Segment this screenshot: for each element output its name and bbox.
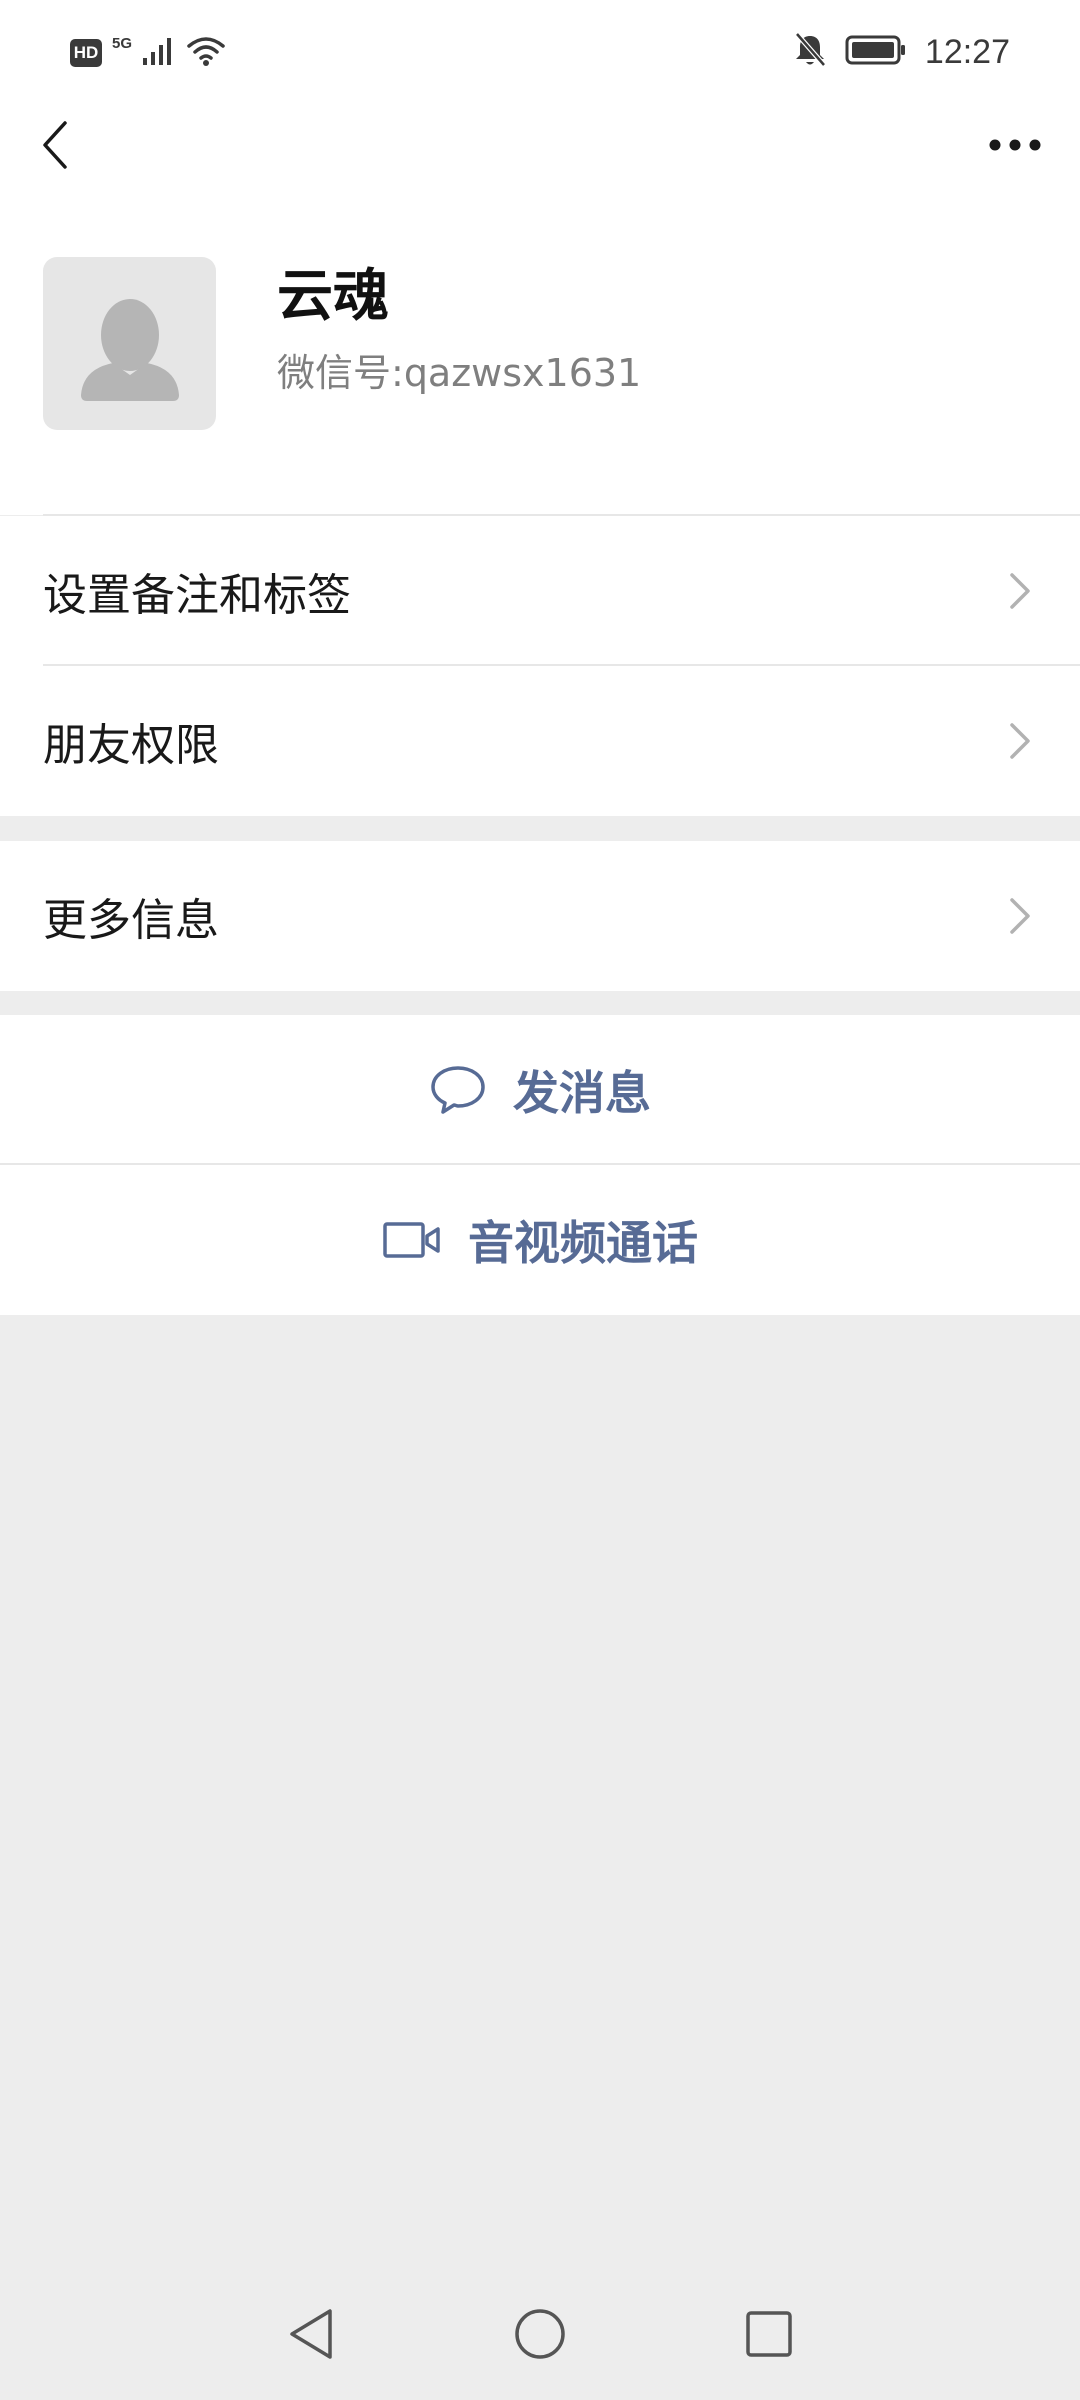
send-message-button[interactable]: 发消息: [0, 1015, 1080, 1165]
chevron-right-icon: [1010, 723, 1030, 759]
video-call-label: 音视频通话: [468, 1216, 698, 1270]
more-dots-icon: [989, 139, 1041, 151]
wechat-id-value: qazwsx1631: [403, 351, 642, 395]
friend-permissions-label: 朋友权限: [43, 720, 219, 771]
notifications-off-icon: [793, 32, 827, 72]
battery-icon: [845, 34, 907, 70]
nav-recents-button[interactable]: [742, 2307, 796, 2361]
back-button[interactable]: [30, 110, 80, 180]
nav-home-button[interactable]: [513, 2307, 567, 2361]
square-recents-icon: [746, 2311, 792, 2357]
signal-bars-icon: [142, 36, 176, 70]
video-call-button[interactable]: 音视频通话: [0, 1165, 1080, 1315]
status-right: 12:27: [793, 28, 1010, 76]
send-message-label: 发消息: [513, 1066, 651, 1120]
chevron-right-icon: [1010, 898, 1030, 934]
status-bar: HD 5G 12:27: [0, 0, 1080, 105]
triangle-back-icon: [290, 2309, 332, 2359]
wechat-id: 微信号: qazwsx1631: [277, 348, 641, 398]
friend-permissions-cell[interactable]: 朋友权限: [0, 666, 1080, 816]
nav-back-button[interactable]: [284, 2307, 338, 2361]
remark-tags-label: 设置备注和标签: [43, 570, 351, 621]
circle-home-icon: [515, 2309, 565, 2359]
chat-bubble-icon: [431, 1066, 485, 1114]
clock: 12:27: [924, 32, 1010, 71]
video-camera-icon: [383, 1222, 440, 1258]
wechat-id-label: 微信号:: [277, 351, 404, 395]
system-nav-bar: [0, 2280, 1080, 2400]
more-button[interactable]: [980, 120, 1050, 170]
avatar[interactable]: [43, 257, 216, 430]
status-left: HD 5G: [70, 30, 226, 76]
hd-badge: HD: [70, 39, 102, 67]
remark-tags-cell[interactable]: 设置备注和标签: [0, 516, 1080, 666]
more-info-label: 更多信息: [43, 895, 219, 946]
chevron-left-icon: [43, 121, 67, 169]
default-avatar-icon: [81, 299, 179, 401]
chevron-right-icon: [1010, 573, 1030, 609]
wifi-icon: [186, 35, 226, 71]
network-type: 5G: [112, 34, 133, 52]
more-info-cell[interactable]: 更多信息: [0, 841, 1080, 991]
contact-name: 云魂: [277, 264, 389, 329]
